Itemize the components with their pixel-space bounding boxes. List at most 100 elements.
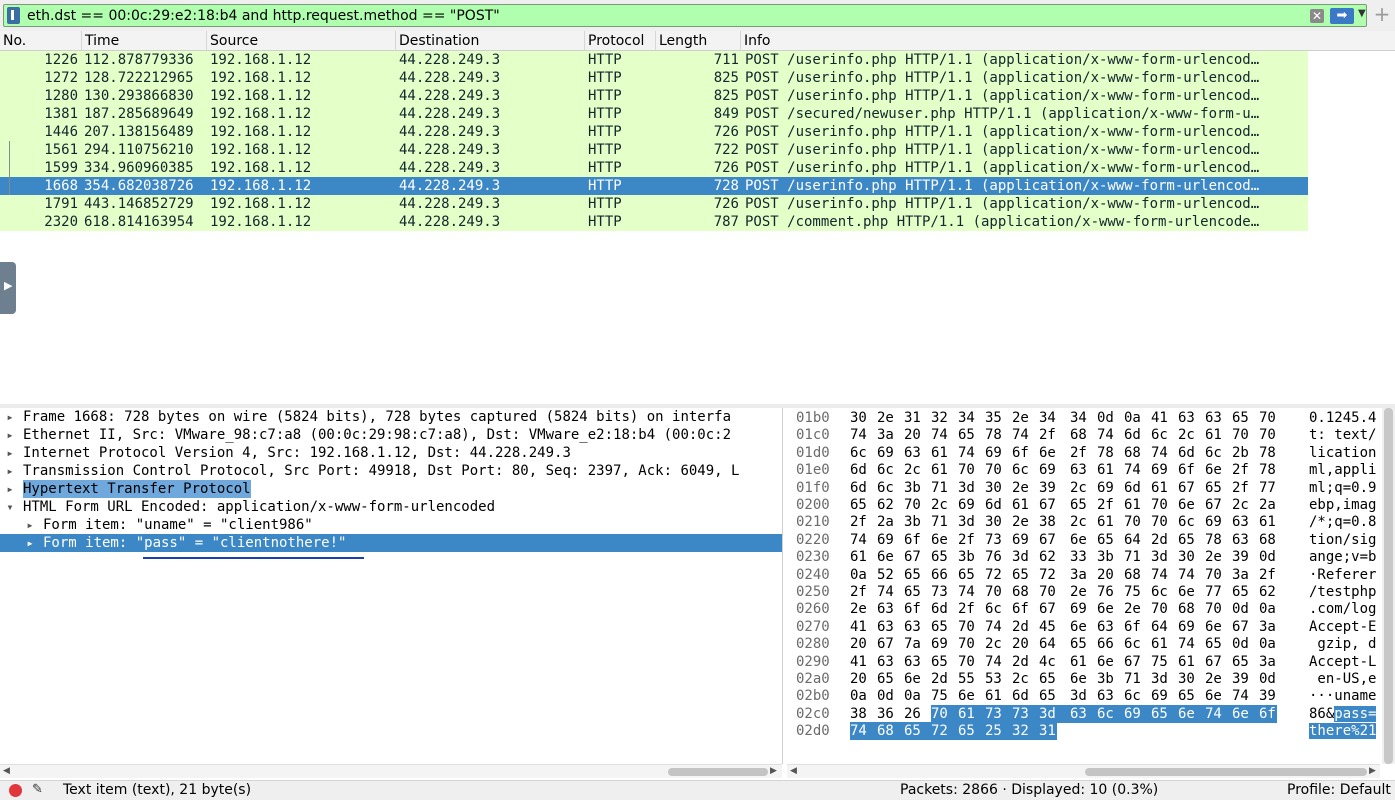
ascii-text[interactable]: .com/log (1309, 600, 1376, 618)
hex-byte[interactable]: 2c (904, 461, 922, 479)
hex-byte[interactable]: 63 (1232, 513, 1250, 531)
hex-byte[interactable]: 65 (1232, 583, 1250, 601)
hex-byte[interactable]: 32 (931, 409, 949, 427)
bookmark-icon[interactable] (7, 7, 20, 24)
hex-byte[interactable]: 65 (904, 566, 922, 584)
hex-byte[interactable]: 63 (877, 653, 895, 671)
hex-byte[interactable]: 6f (1259, 704, 1277, 723)
hex-byte[interactable]: 65 (931, 653, 949, 671)
hex-byte[interactable]: 61 (850, 548, 868, 566)
hex-byte[interactable]: 63 (877, 618, 895, 636)
hex-byte[interactable]: 69 (1178, 618, 1196, 636)
hex-byte[interactable]: 69 (1124, 704, 1142, 723)
hex-byte[interactable]: 68 (1124, 444, 1142, 462)
column-header-length[interactable]: Length (656, 31, 741, 50)
hex-byte[interactable]: 6f (904, 600, 922, 618)
hex-byte[interactable]: 67 (1039, 531, 1057, 549)
hex-byte[interactable]: 30 (1178, 548, 1196, 566)
hex-byte[interactable]: 52 (877, 566, 895, 584)
packet-row[interactable]: 1668 354.682038726 192.168.1.12 44.228.249.… (0, 177, 1308, 195)
hex-byte[interactable]: 20 (1012, 635, 1030, 653)
hex-byte[interactable]: 38 (1039, 513, 1057, 531)
hex-byte[interactable]: 64 (1039, 635, 1057, 653)
hex-byte[interactable]: 6e (1205, 618, 1223, 636)
hex-byte[interactable]: 3d (1039, 704, 1057, 723)
hex-byte[interactable]: 3d (1151, 548, 1169, 566)
hex-byte[interactable]: 2c (1012, 670, 1030, 688)
hex-byte[interactable]: 78 (1097, 444, 1115, 462)
hex-byte[interactable]: 65 (931, 618, 949, 636)
ascii-text[interactable]: 86&pass= (1309, 705, 1377, 723)
hex-byte[interactable]: 69 (931, 635, 949, 653)
hex-byte[interactable]: 0d (877, 687, 895, 705)
hex-byte[interactable]: 65 (877, 670, 895, 688)
hex-byte[interactable]: 61 (1097, 461, 1115, 479)
hex-byte[interactable]: 65 (958, 722, 976, 741)
hex-byte[interactable]: 70 (904, 496, 922, 514)
hex-byte[interactable]: 65 (1012, 566, 1030, 584)
hex-byte[interactable]: 6d (931, 600, 949, 618)
hex-byte[interactable]: 6e (931, 531, 949, 549)
hex-byte[interactable]: 2f (1232, 479, 1250, 497)
hex-byte[interactable]: 2d (931, 670, 949, 688)
hex-byte[interactable]: 63 (1070, 461, 1088, 479)
hex-byte[interactable]: 66 (931, 566, 949, 584)
expand-arrow-icon[interactable]: ▸ (5, 408, 15, 426)
hex-byte[interactable]: 30 (985, 479, 1003, 497)
hex-byte[interactable]: 20 (850, 635, 868, 653)
hex-byte[interactable]: 61 (1124, 496, 1142, 514)
hex-byte[interactable]: 6d (1178, 444, 1196, 462)
hex-byte[interactable]: 6d (985, 496, 1003, 514)
ascii-text[interactable]: there%21 (1309, 722, 1377, 740)
hex-byte[interactable]: 69 (1205, 513, 1223, 531)
hex-byte[interactable]: 3b (904, 513, 922, 531)
filter-text[interactable]: eth.dst == 00:0c:29:e2:18:b4 and http.re… (27, 6, 500, 26)
hex-byte[interactable]: 2d (1012, 653, 1030, 671)
ascii-text[interactable]: tion/sig (1309, 531, 1376, 549)
hex-byte[interactable]: 6c (1012, 461, 1030, 479)
packet-row[interactable]: 1791 443.146852729 192.168.1.12 44.228.249.… (0, 195, 1308, 213)
hex-byte[interactable]: 70 (958, 635, 976, 653)
hex-byte[interactable]: 67 (1178, 479, 1196, 497)
bytes-horizontal-scrollbar[interactable]: ◀ ▶ (787, 764, 1380, 778)
clear-filter-icon[interactable]: ✕ (1310, 9, 1324, 23)
hex-byte[interactable]: 69 (877, 531, 895, 549)
hex-byte[interactable]: 73 (985, 531, 1003, 549)
hex-byte[interactable]: 74 (931, 426, 949, 444)
ascii-text[interactable]: /testphp (1309, 583, 1376, 601)
hex-byte[interactable]: 61 (1070, 653, 1088, 671)
hex-byte[interactable]: 65 (1205, 635, 1223, 653)
hex-byte[interactable]: 74 (958, 583, 976, 601)
profile-switcher[interactable]: Profile: Default (1287, 782, 1391, 798)
hex-byte[interactable]: 3a (1259, 653, 1277, 671)
hex-byte[interactable]: 2e (1012, 479, 1030, 497)
hex-byte[interactable]: 69 (877, 444, 895, 462)
hex-byte[interactable]: 63 (1205, 409, 1223, 427)
hex-byte[interactable]: 75 (1151, 653, 1169, 671)
hex-byte[interactable]: 73 (931, 583, 949, 601)
hex-byte[interactable]: 6f (1124, 618, 1142, 636)
hex-byte[interactable]: 70 (958, 461, 976, 479)
hex-byte[interactable]: 78 (1205, 531, 1223, 549)
ascii-text[interactable]: /*;q=0.8 (1309, 513, 1376, 531)
hex-byte[interactable]: 3d (1012, 548, 1030, 566)
hex-byte[interactable]: 20 (850, 670, 868, 688)
hex-byte[interactable]: 61 (1097, 513, 1115, 531)
hex-byte[interactable]: 65 (958, 566, 976, 584)
hex-byte[interactable]: 75 (1124, 583, 1142, 601)
hex-byte[interactable]: 63 (904, 618, 922, 636)
ascii-text[interactable]: en-US,e (1309, 670, 1376, 688)
hex-byte[interactable]: 73 (985, 704, 1003, 723)
hex-byte[interactable]: 55 (958, 670, 976, 688)
hex-byte[interactable]: 74 (1097, 426, 1115, 444)
expand-arrow-icon[interactable]: ▸ (25, 516, 35, 534)
hex-byte[interactable]: 74 (985, 653, 1003, 671)
hex-byte[interactable]: 74 (850, 531, 868, 549)
hex-byte[interactable]: 67 (1039, 496, 1057, 514)
hex-byte[interactable]: 69 (1070, 600, 1088, 618)
scroll-thumb[interactable] (1384, 408, 1393, 764)
hex-byte[interactable]: 6e (958, 687, 976, 705)
hex-byte[interactable]: 74 (1151, 444, 1169, 462)
scroll-thumb[interactable] (668, 768, 768, 776)
hex-byte[interactable]: 3b (904, 479, 922, 497)
